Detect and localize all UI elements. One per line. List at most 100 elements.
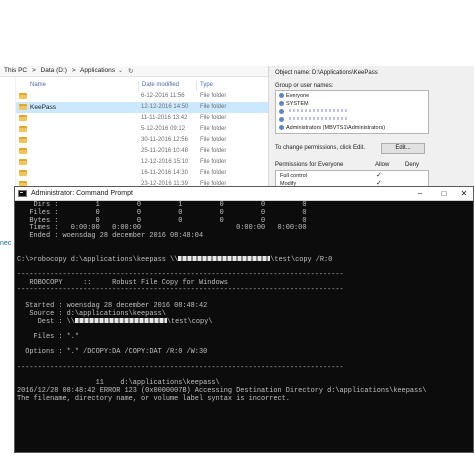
file-type: File folder — [200, 115, 227, 121]
user-list-item[interactable]: Everyone — [279, 93, 309, 101]
chevron-down-icon[interactable]: ⌄ — [118, 67, 123, 74]
file-date: 25-11-2016 10:48 — [141, 148, 188, 154]
security-properties-panel: Object name: D:\Applications\KeePass Gro… — [268, 66, 474, 190]
user-list-item[interactable] — [279, 117, 349, 125]
console-line: Files : *.* — [17, 332, 473, 342]
folder-icon — [19, 148, 27, 154]
column-divider[interactable] — [196, 81, 197, 91]
breadcrumb-applications[interactable]: Applications — [80, 67, 115, 74]
list-item[interactable]: 5-12-2016 09:12 File folder — [16, 124, 268, 135]
console-line: ----------------------------------------… — [17, 286, 473, 295]
list-item[interactable]: 16-11-2016 14:30 File folder — [16, 168, 268, 179]
console-text: C:\>robocopy d:\applications\keepass \\ — [17, 256, 179, 265]
object-name-label: Object name: — [275, 70, 311, 76]
list-item[interactable]: 6-12-2016 11:56 File folder — [16, 91, 268, 102]
breadcrumb-this-pc[interactable]: This PC — [4, 67, 27, 74]
file-name: KeePass — [30, 104, 57, 111]
user-name: SYSTEM — [286, 101, 309, 107]
console-icon — [18, 190, 27, 197]
file-type: File folder — [200, 93, 227, 99]
refresh-icon[interactable]: ↻ — [128, 67, 133, 75]
folder-icon — [19, 170, 27, 176]
console-line: C:\>robocopy d:\applications\keepass \\ \… — [17, 256, 473, 264]
file-date: 11-11-2016 13:42 — [141, 115, 188, 121]
address-bar[interactable]: This PC > Data (D:) > Applications ⌄ ↻ — [0, 66, 268, 77]
user-group-icon — [279, 109, 284, 114]
group-user-list[interactable]: Everyone SYSTEM Administrators (MBVTS1\Adm… — [275, 90, 429, 134]
close-icon[interactable]: ✕ — [456, 188, 472, 200]
command-prompt-window: Administrator: Command Prompt – □ ✕ Dirs… — [14, 186, 474, 453]
folder-icon — [19, 126, 27, 132]
list-item[interactable]: 30-11-2016 12:56 File folder — [16, 135, 268, 146]
column-header-name[interactable]: Name — [30, 82, 46, 91]
redacted-hostname — [178, 256, 271, 262]
permission-name: Full control — [280, 173, 307, 179]
minimize-icon[interactable]: – — [412, 188, 428, 200]
check-icon: ✓ — [376, 172, 382, 179]
redacted-name — [289, 109, 349, 112]
console-line: The filename, directory name, or volume … — [17, 394, 473, 404]
user-list-item[interactable]: Administrators (MBVTS1\Administrators) — [279, 125, 385, 133]
column-divider[interactable] — [138, 81, 139, 91]
console-text: The filename, directory name, or volume … — [17, 394, 290, 403]
redacted-hostname — [74, 318, 167, 324]
column-header-date[interactable]: Date modified — [142, 82, 179, 91]
console-line: Source : d:\applications\keepass\ — [17, 309, 473, 319]
breadcrumb-separator: > — [31, 67, 36, 74]
folder-icon — [19, 104, 27, 110]
console-text: ----------------------------------------… — [17, 286, 344, 295]
breadcrumb-separator: > — [71, 67, 76, 74]
user-name: Everyone — [286, 93, 310, 99]
console-text: ----------------------------------------… — [17, 363, 344, 372]
group-user-label: Group or user names: — [275, 83, 334, 89]
allow-column-header: Allow — [375, 162, 390, 168]
file-date: 16-11-2016 14:30 — [141, 170, 188, 176]
file-date: 6-12-2016 11:56 — [141, 93, 185, 99]
list-item[interactable]: 11-11-2016 13:42 File folder — [16, 113, 268, 124]
console-line: Dest : \\ \test\copy\ — [17, 318, 473, 326]
user-group-icon — [279, 101, 284, 106]
file-type: File folder — [200, 137, 227, 143]
file-date: 5-12-2016 09:12 — [141, 126, 186, 132]
console-text: Dest : \\ — [17, 318, 75, 327]
user-list-item[interactable]: SYSTEM — [279, 101, 309, 109]
user-group-icon — [279, 93, 284, 98]
console-line: ----------------------------------------… — [17, 363, 473, 373]
user-group-icon — [279, 117, 284, 122]
console-text: Options : *.* /DCOPY:DA /COPY:DAT /R:0 /… — [17, 348, 208, 357]
file-date: 12-12-2016 14:50 — [141, 104, 189, 110]
breadcrumb[interactable]: This PC > Data (D:) > Applications — [4, 67, 118, 74]
console-output[interactable]: Dirs : 1 0 1 0 0 0 Files : 0 0 0 0 0 0 B… — [15, 201, 473, 452]
console-text: Source : d:\applications\keepass\ — [17, 309, 166, 318]
title-bar[interactable]: Administrator: Command Prompt – □ ✕ — [15, 187, 473, 201]
console-line: Options : *.* /DCOPY:DA /COPY:DAT /R:0 /… — [17, 348, 473, 357]
nav-pane-item[interactable]: nec — [0, 240, 11, 247]
console-text: Files : *.* — [17, 332, 80, 341]
folder-icon — [19, 93, 27, 99]
console-line: Ended : woensdag 28 december 2016 08:48:… — [17, 232, 473, 241]
edit-button[interactable]: Edit... — [381, 143, 425, 154]
maximize-icon[interactable]: □ — [436, 188, 452, 200]
change-permissions-hint: To change permissions, click Edit. — [275, 145, 366, 151]
file-type: File folder — [200, 126, 227, 132]
list-item[interactable]: 12-12-2016 15:10 File folder — [16, 157, 268, 168]
file-type: File folder — [200, 148, 227, 154]
file-type: File folder — [200, 159, 227, 165]
list-item[interactable]: KeePass 12-12-2016 14:50 File folder — [16, 102, 268, 113]
breadcrumb-data-drive[interactable]: Data (D:) — [41, 67, 67, 74]
file-date: 30-11-2016 12:56 — [141, 137, 188, 143]
column-header-type[interactable]: Type — [200, 82, 213, 91]
console-text: Ended : woensdag 28 december 2016 08:48:… — [17, 232, 204, 240]
object-name-value: D:\Applications\KeePass — [312, 70, 378, 76]
console-text: \test\copy\ — [166, 318, 213, 327]
window-title: Administrator: Command Prompt — [31, 190, 133, 197]
file-type: File folder — [200, 170, 227, 176]
list-item[interactable]: 25-11-2016 10:48 File folder — [16, 146, 268, 157]
file-date: 12-12-2016 15:10 — [141, 159, 189, 165]
deny-column-header: Deny — [405, 162, 420, 168]
user-name: Administrators (MBVTS1\Administrators) — [286, 125, 386, 131]
user-list-item[interactable] — [279, 109, 349, 117]
